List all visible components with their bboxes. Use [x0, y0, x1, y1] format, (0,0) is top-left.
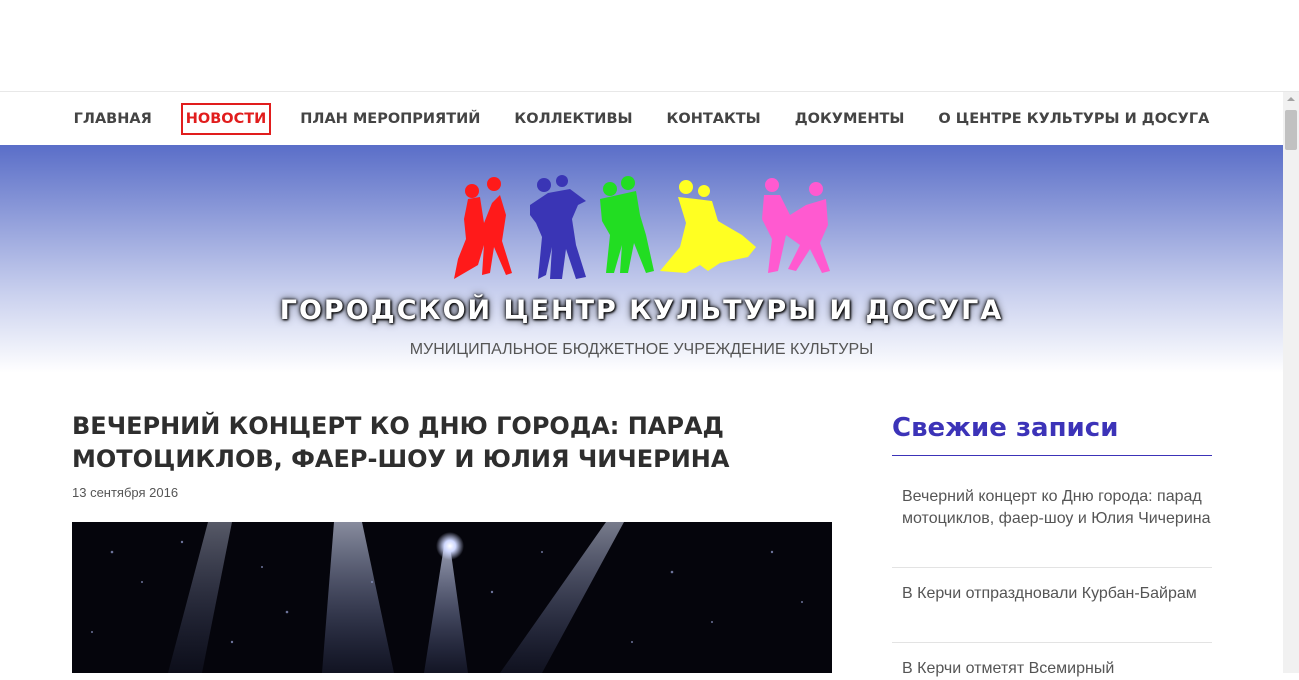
nav-item-collectives[interactable]: КОЛЛЕКТИВЫ [497, 111, 649, 127]
recent-post-link[interactable]: В Керчи отпраздновали Курбан-Байрам [892, 583, 1212, 605]
nav-item-events-plan[interactable]: ПЛАН МЕРОПРИЯТИЙ [283, 111, 497, 127]
article-date: 13 сентября 2016 [72, 485, 179, 500]
nav-item-home[interactable]: ГЛАВНАЯ [57, 111, 169, 127]
site-header-banner: ГОРОДСКОЙ ЦЕНТР КУЛЬТУРЫ И ДОСУГА МУНИЦИ… [0, 145, 1283, 373]
sidebar-title-underline [892, 455, 1212, 456]
nav-item-contacts[interactable]: КОНТАКТЫ [650, 111, 778, 127]
stage-lights-image [91, 522, 803, 673]
recent-post-link[interactable]: В Керчи отметят Всемирный [892, 658, 1212, 680]
recent-posts-title: Свежие записи [892, 413, 1119, 443]
dancer-couple-red [454, 177, 512, 279]
scroll-up-arrow-icon[interactable] [1283, 92, 1299, 107]
post-divider [892, 642, 1212, 643]
article-image-concert [72, 522, 832, 673]
scrollbar-thumb[interactable] [1285, 110, 1297, 150]
dancers-logo[interactable] [450, 175, 845, 287]
nav-item-news[interactable]: НОВОСТИ [180, 102, 272, 135]
main-navigation: ГЛАВНАЯ НОВОСТИ ПЛАН МЕРОПРИЯТИЙ КОЛЛЕКТ… [0, 92, 1283, 145]
nav-item-documents[interactable]: ДОКУМЕНТЫ [778, 111, 922, 127]
dancer-couple-yellow [660, 180, 756, 273]
dancer-couple-green [600, 176, 654, 273]
top-blank-bar [0, 0, 1299, 92]
post-divider [892, 567, 1212, 568]
recent-post-link[interactable]: Вечерний концерт ко Дню города: парад мо… [892, 486, 1212, 530]
dancer-couple-pink [762, 178, 830, 273]
nav-item-about[interactable]: О ЦЕНТРЕ КУЛЬТУРЫ И ДОСУГА [921, 111, 1226, 127]
vertical-scrollbar[interactable] [1283, 92, 1299, 673]
dancer-couple-blue [530, 175, 586, 279]
article-title: ВЕЧЕРНИЙ КОНЦЕРТ КО ДНЮ ГОРОДА: ПАРАД МО… [72, 412, 730, 473]
site-subtitle: МУНИЦИПАЛЬНОЕ БЮДЖЕТНОЕ УЧРЕЖДЕНИЕ КУЛЬТ… [409, 341, 874, 358]
site-title[interactable]: ГОРОДСКОЙ ЦЕНТР КУЛЬТУРЫ И ДОСУГА [0, 295, 1283, 326]
